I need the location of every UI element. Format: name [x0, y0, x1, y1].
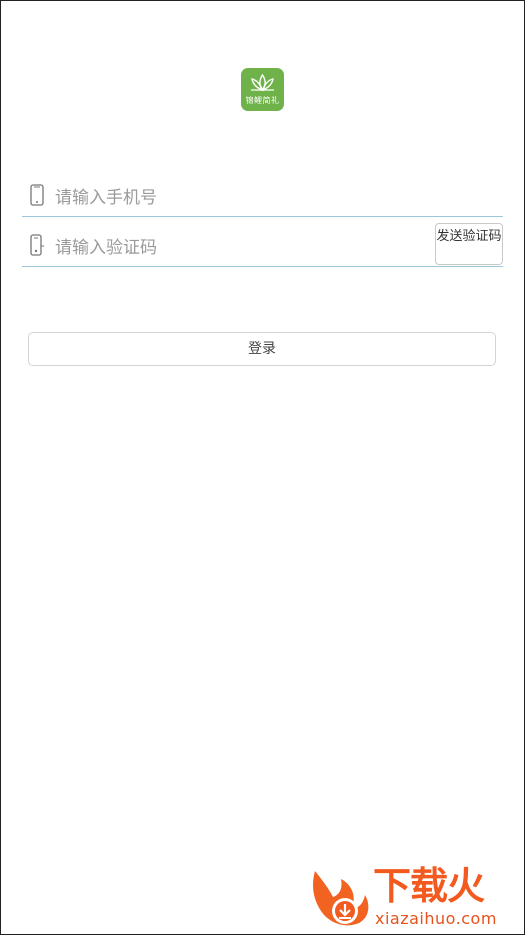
logo-text: 锦鲤简礼	[245, 96, 280, 105]
watermark: 下载火 xiazaihuo.com	[309, 863, 524, 933]
flame-logo-icon	[313, 871, 369, 926]
watermark-brand: 下载火	[373, 864, 485, 908]
code-input[interactable]: 请输入验证码	[55, 233, 157, 258]
app-screen: 锦鲤简礼 请输入手机号 请输入验证码 发送验证码 登录 下载火 xiazaihu…	[0, 0, 525, 935]
login-button[interactable]: 登录	[28, 332, 496, 366]
watermark-url: xiazaihuo.com	[375, 909, 497, 928]
phone-input[interactable]: 请输入手机号	[55, 183, 157, 208]
phone-row: 请输入手机号	[22, 172, 503, 217]
phone-icon	[30, 184, 44, 206]
lotus-icon	[251, 73, 274, 92]
app-logo: 锦鲤简礼	[241, 68, 284, 111]
code-row: 请输入验证码 发送验证码	[22, 222, 503, 267]
send-code-button[interactable]: 发送验证码	[435, 223, 503, 265]
phone-lock-icon	[30, 234, 44, 256]
